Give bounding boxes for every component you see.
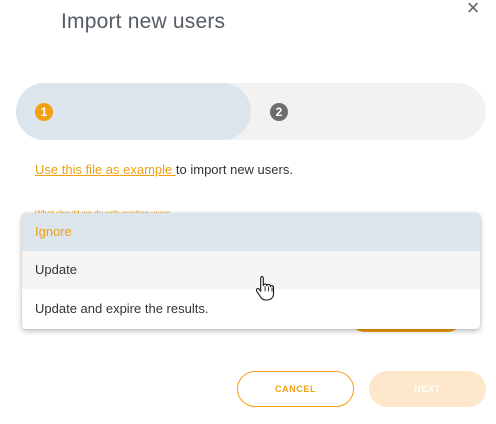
hand-cursor-icon xyxy=(255,275,275,301)
option-ignore[interactable]: Ignore xyxy=(22,213,480,251)
step-1-number: 1 xyxy=(35,103,53,121)
stepper: 1 2 xyxy=(16,83,486,140)
example-text: to import new users. xyxy=(175,162,293,177)
option-update-and-expire[interactable]: Update and expire the results. xyxy=(22,290,480,328)
dialog-title: Import new users xyxy=(61,10,226,33)
step-2-number: 2 xyxy=(270,103,288,121)
example-file-link[interactable]: Use this file as example xyxy=(35,162,176,177)
existing-users-dropdown[interactable]: Ignore Update Update and expire the resu… xyxy=(22,213,480,329)
option-update[interactable]: Update xyxy=(22,251,480,289)
close-icon[interactable]: × xyxy=(462,0,484,22)
step-2[interactable]: 2 xyxy=(266,83,486,140)
next-button[interactable]: NEXT xyxy=(369,371,486,407)
cancel-button[interactable]: CANCEL xyxy=(237,371,354,407)
step-1[interactable]: 1 xyxy=(16,83,251,140)
example-line: Use this file as example to import new u… xyxy=(35,162,293,177)
